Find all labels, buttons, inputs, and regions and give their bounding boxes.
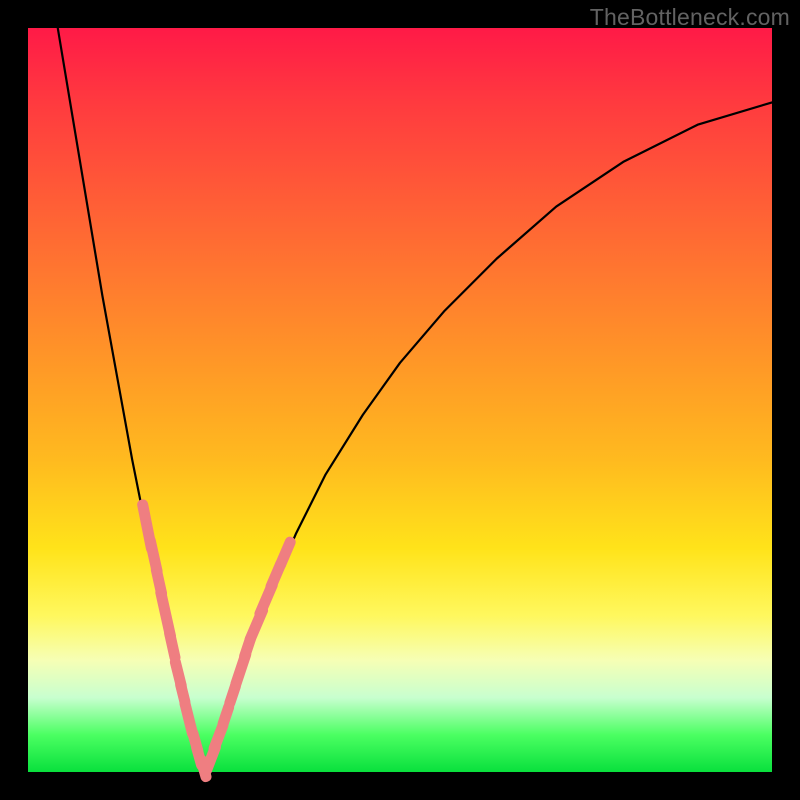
- chart-frame: TheBottleneck.com: [0, 0, 800, 800]
- watermark-text: TheBottleneck.com: [590, 4, 790, 31]
- marker-group: [136, 498, 297, 783]
- plot-area: [28, 28, 772, 772]
- chart-svg: [28, 28, 772, 772]
- curve-right_branch: [204, 102, 772, 772]
- curve-group: [58, 28, 772, 772]
- data-marker: [274, 535, 298, 571]
- curve-left_branch: [58, 28, 205, 772]
